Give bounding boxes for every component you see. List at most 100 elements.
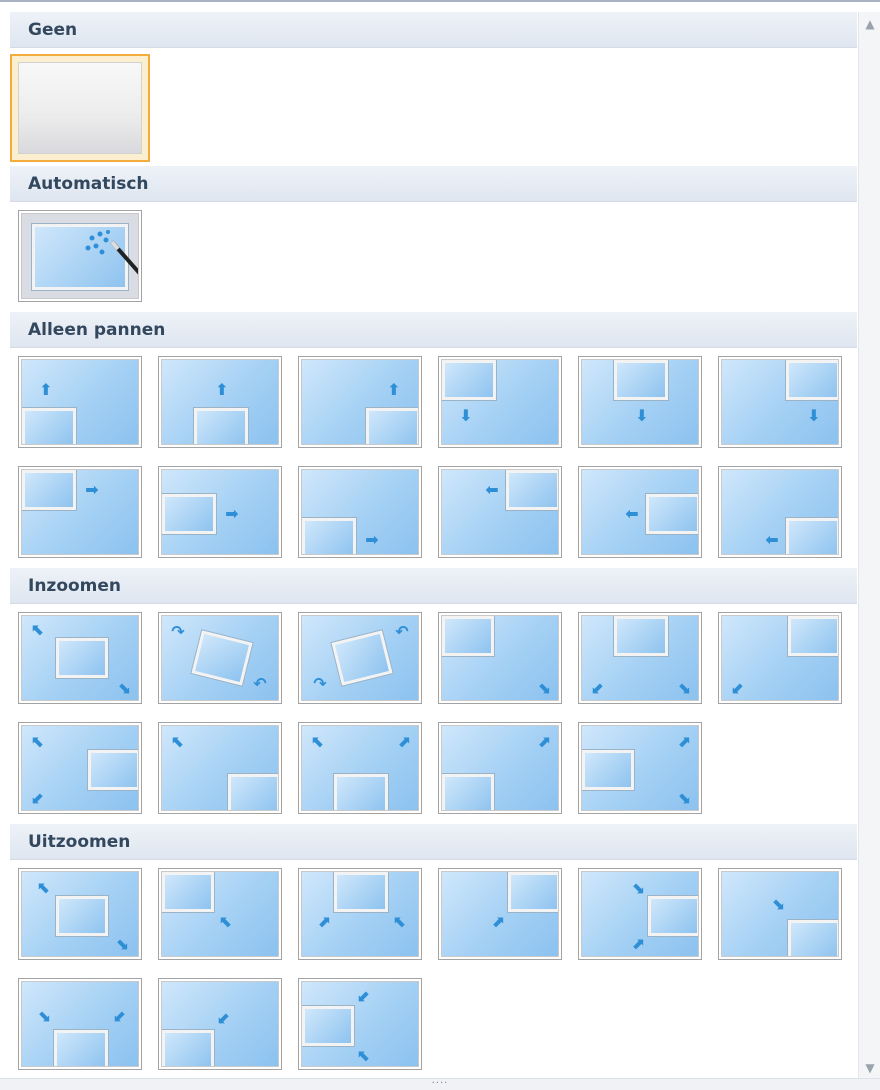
effect-pan-up-left[interactable]: ⬆ xyxy=(18,356,142,448)
preview-frame xyxy=(331,630,393,686)
effect-zoom-in-center[interactable]: ⬉ ⬊ xyxy=(18,612,142,704)
effect-pan-right-middle[interactable]: ➡ xyxy=(158,466,282,558)
preview-frame xyxy=(302,1006,354,1046)
effect-preview: ⬇ xyxy=(721,359,839,445)
preview-frame xyxy=(788,616,838,656)
arrow-down-icon: ⬇ xyxy=(459,406,473,425)
resize-grip[interactable]: ···· xyxy=(0,1078,880,1090)
arrow-up-right-icon: ⬈ xyxy=(677,732,691,751)
arrow-down-left-icon: ⬋ xyxy=(731,678,745,697)
preview-frame xyxy=(508,872,558,912)
preview-frame xyxy=(194,408,248,444)
effect-zoom-in-rotate-left[interactable]: ↶ ↷ xyxy=(298,612,422,704)
effect-zoom-in-top-left[interactable]: ⬊ xyxy=(438,612,562,704)
effect-preview: ⬈ xyxy=(441,725,559,811)
preview-frame xyxy=(334,774,388,810)
effect-preview: ⬈ ⬊ xyxy=(581,725,699,811)
effect-preview: ↶ ↷ xyxy=(301,615,419,701)
effect-zoom-out-bottom-center[interactable]: ⬊ ⬋ xyxy=(18,978,142,1070)
arrow-down-right-icon: ⬊ xyxy=(677,678,691,697)
effect-zoom-out-bottom-right[interactable]: ⬊ xyxy=(718,868,842,960)
effect-preview: ⬆ xyxy=(301,359,419,445)
effect-zoom-out-top-left[interactable]: ⬉ xyxy=(158,868,282,960)
effect-pan-down-left[interactable]: ⬇ xyxy=(438,356,562,448)
effect-pan-down-center[interactable]: ⬇ xyxy=(578,356,702,448)
effect-automatic[interactable] xyxy=(18,210,142,302)
effect-preview xyxy=(18,62,142,154)
arrow-right-icon: ➡ xyxy=(365,530,379,549)
effect-preview: ⬈ xyxy=(441,871,559,957)
preview-frame xyxy=(582,750,634,790)
scroll-up-arrow-icon[interactable]: ▲ xyxy=(864,18,876,30)
effect-zoom-out-top-center[interactable]: ⬈ ⬉ xyxy=(298,868,422,960)
rotate-ccw-icon: ↶ xyxy=(395,622,409,641)
effect-preview: ⬈ ⬉ xyxy=(301,871,419,957)
magic-wand-icon xyxy=(85,230,138,275)
effect-zoom-in-top-center[interactable]: ⬋ ⬊ xyxy=(578,612,702,704)
preview-frame xyxy=(56,638,108,678)
effect-pan-right-top[interactable]: ➡ xyxy=(18,466,142,558)
arrow-up-right-icon: ⬈ xyxy=(317,912,331,931)
section-header-inzoomen: Inzoomen xyxy=(10,568,857,604)
arrow-up-left-icon: ⬉ xyxy=(37,878,51,897)
effect-preview: ➡ xyxy=(161,469,279,555)
arrow-up-icon: ⬆ xyxy=(39,380,53,399)
preview-frame xyxy=(366,408,418,444)
effect-preview: ⬆ xyxy=(21,359,139,445)
effect-zoom-in-bottom-right[interactable]: ⬉ xyxy=(158,722,282,814)
effect-preview: ↷ ↶ xyxy=(161,615,279,701)
effect-zoom-out-right-middle[interactable]: ⬊ ⬈ xyxy=(578,868,702,960)
scroll-down-arrow-icon[interactable]: ▼ xyxy=(864,1062,876,1074)
effect-preview: ⬋ xyxy=(721,615,839,701)
rotate-ccw-icon: ↶ xyxy=(253,674,267,693)
effect-pan-right-bottom[interactable]: ➡ xyxy=(298,466,422,558)
arrow-right-icon: ➡ xyxy=(225,504,239,523)
effect-zoom-in-right-middle[interactable]: ⬉ ⬋ xyxy=(18,722,142,814)
effect-preview: ⬅ xyxy=(581,469,699,555)
effect-pan-left-bottom[interactable]: ⬅ xyxy=(718,466,842,558)
effect-preview: ⬋ xyxy=(161,981,279,1067)
effect-none[interactable] xyxy=(10,54,150,162)
preview-frame xyxy=(162,494,216,534)
preview-frame xyxy=(22,408,76,444)
effect-pan-up-right[interactable]: ⬆ xyxy=(298,356,422,448)
effect-zoom-in-bottom-center[interactable]: ⬉ ⬈ xyxy=(298,722,422,814)
preview-frame xyxy=(442,616,494,656)
effect-pan-up-center[interactable]: ⬆ xyxy=(158,356,282,448)
effect-pan-down-right[interactable]: ⬇ xyxy=(718,356,842,448)
preview-frame xyxy=(54,1030,108,1066)
arrow-up-left-icon: ⬉ xyxy=(171,732,185,751)
preview-frame xyxy=(228,774,278,810)
effect-zoom-out-left-middle[interactable]: ⬋ ⬉ xyxy=(298,978,422,1070)
effect-preview: ⬉ ⬊ xyxy=(21,615,139,701)
vertical-scrollbar[interactable]: ▲ ▼ xyxy=(858,12,880,1080)
effect-zoom-in-bottom-left[interactable]: ⬈ xyxy=(438,722,562,814)
effect-zoom-in-rotate-right[interactable]: ↷ ↶ xyxy=(158,612,282,704)
effect-zoom-out-center[interactable]: ⬉ ⬊ xyxy=(18,868,142,960)
arrow-down-right-icon: ⬊ xyxy=(771,894,785,913)
effect-preview: ⬊ xyxy=(441,615,559,701)
arrow-down-left-icon: ⬋ xyxy=(591,678,605,697)
arrow-left-icon: ⬅ xyxy=(765,530,779,549)
rotate-cw-icon: ↷ xyxy=(171,622,185,641)
effect-preview: ⬉ ⬋ xyxy=(21,725,139,811)
effect-preview: ⬇ xyxy=(441,359,559,445)
effect-zoom-in-left-middle[interactable]: ⬈ ⬊ xyxy=(578,722,702,814)
arrow-down-left-icon: ⬋ xyxy=(357,986,371,1005)
arrow-down-right-icon: ⬊ xyxy=(537,678,551,697)
effect-pan-left-top[interactable]: ⬅ xyxy=(438,466,562,558)
effect-preview: ⬇ xyxy=(581,359,699,445)
preview-frame xyxy=(56,896,108,936)
preview-frame xyxy=(22,470,76,510)
arrow-down-right-icon: ⬊ xyxy=(631,878,645,897)
rotate-cw-icon: ↷ xyxy=(313,674,327,693)
effect-pan-left-middle[interactable]: ⬅ xyxy=(578,466,702,558)
preview-frame xyxy=(88,750,138,790)
section-header-geen: Geen xyxy=(10,12,857,48)
effect-zoom-out-top-right[interactable]: ⬈ xyxy=(438,868,562,960)
effect-zoom-in-top-right[interactable]: ⬋ xyxy=(718,612,842,704)
effect-preview: ⬉ xyxy=(161,725,279,811)
preview-frame xyxy=(191,630,253,686)
effect-preview: ⬅ xyxy=(721,469,839,555)
effect-zoom-out-bottom-left[interactable]: ⬋ xyxy=(158,978,282,1070)
